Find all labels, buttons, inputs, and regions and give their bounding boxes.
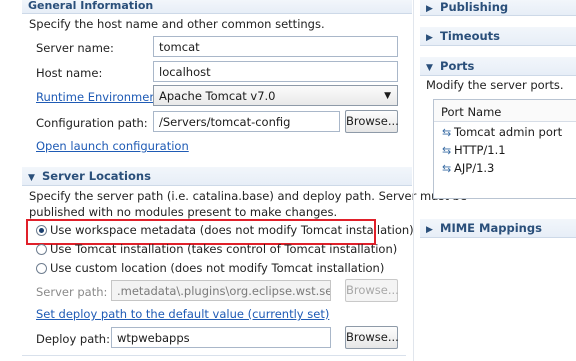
panel-divider bbox=[413, 0, 414, 361]
collapse-triangle-icon: ▼ bbox=[28, 173, 35, 183]
mime-mappings-header[interactable]: ▶ MIME Mappings bbox=[420, 219, 576, 238]
timeouts-title: Timeouts bbox=[440, 29, 501, 43]
runtime-environment-link[interactable]: Runtime Environment: bbox=[36, 90, 165, 104]
expand-triangle-icon: ▶ bbox=[426, 225, 433, 235]
server-name-label: Server name: bbox=[36, 41, 114, 55]
table-row[interactable]: ⇆ AJP/1.3 bbox=[442, 161, 494, 179]
config-browse-button[interactable]: Browse... bbox=[345, 110, 399, 133]
left-bottom-divider bbox=[22, 355, 406, 356]
ports-description: Modify the server ports. bbox=[426, 78, 564, 92]
port-row-label: HTTP/1.1 bbox=[454, 143, 506, 157]
deploy-browse-button[interactable]: Browse... bbox=[345, 326, 399, 349]
deploy-path-field[interactable]: wtpwebapps bbox=[111, 327, 331, 348]
expand-triangle-icon: ▶ bbox=[426, 33, 433, 43]
server-locations-title: Server Locations bbox=[42, 169, 151, 183]
runtime-environment-value: Apache Tomcat v7.0 bbox=[159, 89, 276, 103]
ports-header[interactable]: ▼ Ports bbox=[420, 57, 576, 76]
expand-triangle-icon: ▶ bbox=[426, 4, 433, 14]
configuration-path-field[interactable]: /Servers/tomcat-config bbox=[153, 111, 340, 132]
tomcat-installation-label[interactable]: Use Tomcat installation (takes control o… bbox=[50, 242, 397, 256]
ports-title: Ports bbox=[440, 59, 475, 73]
port-row-label: Tomcat admin port bbox=[454, 125, 563, 139]
custom-location-label[interactable]: Use custom location (does not modify Tom… bbox=[50, 261, 384, 275]
chevron-down-icon: ▼ bbox=[384, 91, 391, 101]
host-name-field[interactable]: localhost bbox=[153, 61, 398, 82]
server-locations-header[interactable]: ▼ Server Locations bbox=[22, 167, 412, 186]
tomcat-installation-radio[interactable] bbox=[36, 244, 47, 255]
server-locations-description-line2: published with no modules present to mak… bbox=[29, 205, 338, 219]
publishing-title: Publishing bbox=[440, 0, 509, 14]
general-information-title: General Information bbox=[28, 0, 154, 12]
general-information-header[interactable]: General Information bbox=[22, 0, 412, 14]
server-path-browse-button[interactable]: Browse... bbox=[345, 279, 399, 302]
port-row-label: AJP/1.3 bbox=[454, 161, 495, 175]
port-icon: ⇆ bbox=[442, 144, 452, 157]
host-name-label: Host name: bbox=[36, 66, 103, 80]
mime-mappings-title: MIME Mappings bbox=[440, 221, 542, 235]
server-name-field[interactable]: tomcat bbox=[153, 36, 398, 57]
server-path-label: Server path: bbox=[36, 285, 108, 299]
server-path-field[interactable]: .metadata\.plugins\org.eclipse.wst.serve… bbox=[111, 280, 331, 301]
open-launch-configuration-link[interactable]: Open launch configuration bbox=[36, 139, 189, 153]
port-name-column-header[interactable]: Port Name bbox=[434, 100, 576, 122]
set-deploy-default-link[interactable]: Set deploy path to the default value (cu… bbox=[36, 307, 329, 321]
configuration-path-label: Configuration path: bbox=[36, 116, 148, 130]
ports-table[interactable]: Port Name ⇆ Tomcat admin port ⇆ HTTP/1.1 ⇆… bbox=[433, 99, 576, 199]
port-icon: ⇆ bbox=[442, 162, 452, 175]
table-row[interactable]: ⇆ HTTP/1.1 bbox=[442, 143, 506, 161]
deploy-path-label: Deploy path: bbox=[36, 332, 110, 346]
custom-location-radio[interactable] bbox=[36, 263, 47, 274]
collapse-triangle-icon: ▼ bbox=[426, 63, 433, 73]
server-locations-description-line1: Specify the server path (i.e. catalina.b… bbox=[29, 189, 467, 203]
general-description: Specify the host name and other common s… bbox=[29, 17, 325, 31]
timeouts-header[interactable]: ▶ Timeouts bbox=[420, 27, 576, 46]
table-row[interactable]: ⇆ Tomcat admin port bbox=[442, 125, 562, 143]
publishing-header[interactable]: ▶ Publishing bbox=[420, 0, 576, 16]
runtime-environment-select[interactable]: Apache Tomcat v7.0 ▼ bbox=[153, 85, 398, 106]
port-icon: ⇆ bbox=[442, 126, 452, 139]
